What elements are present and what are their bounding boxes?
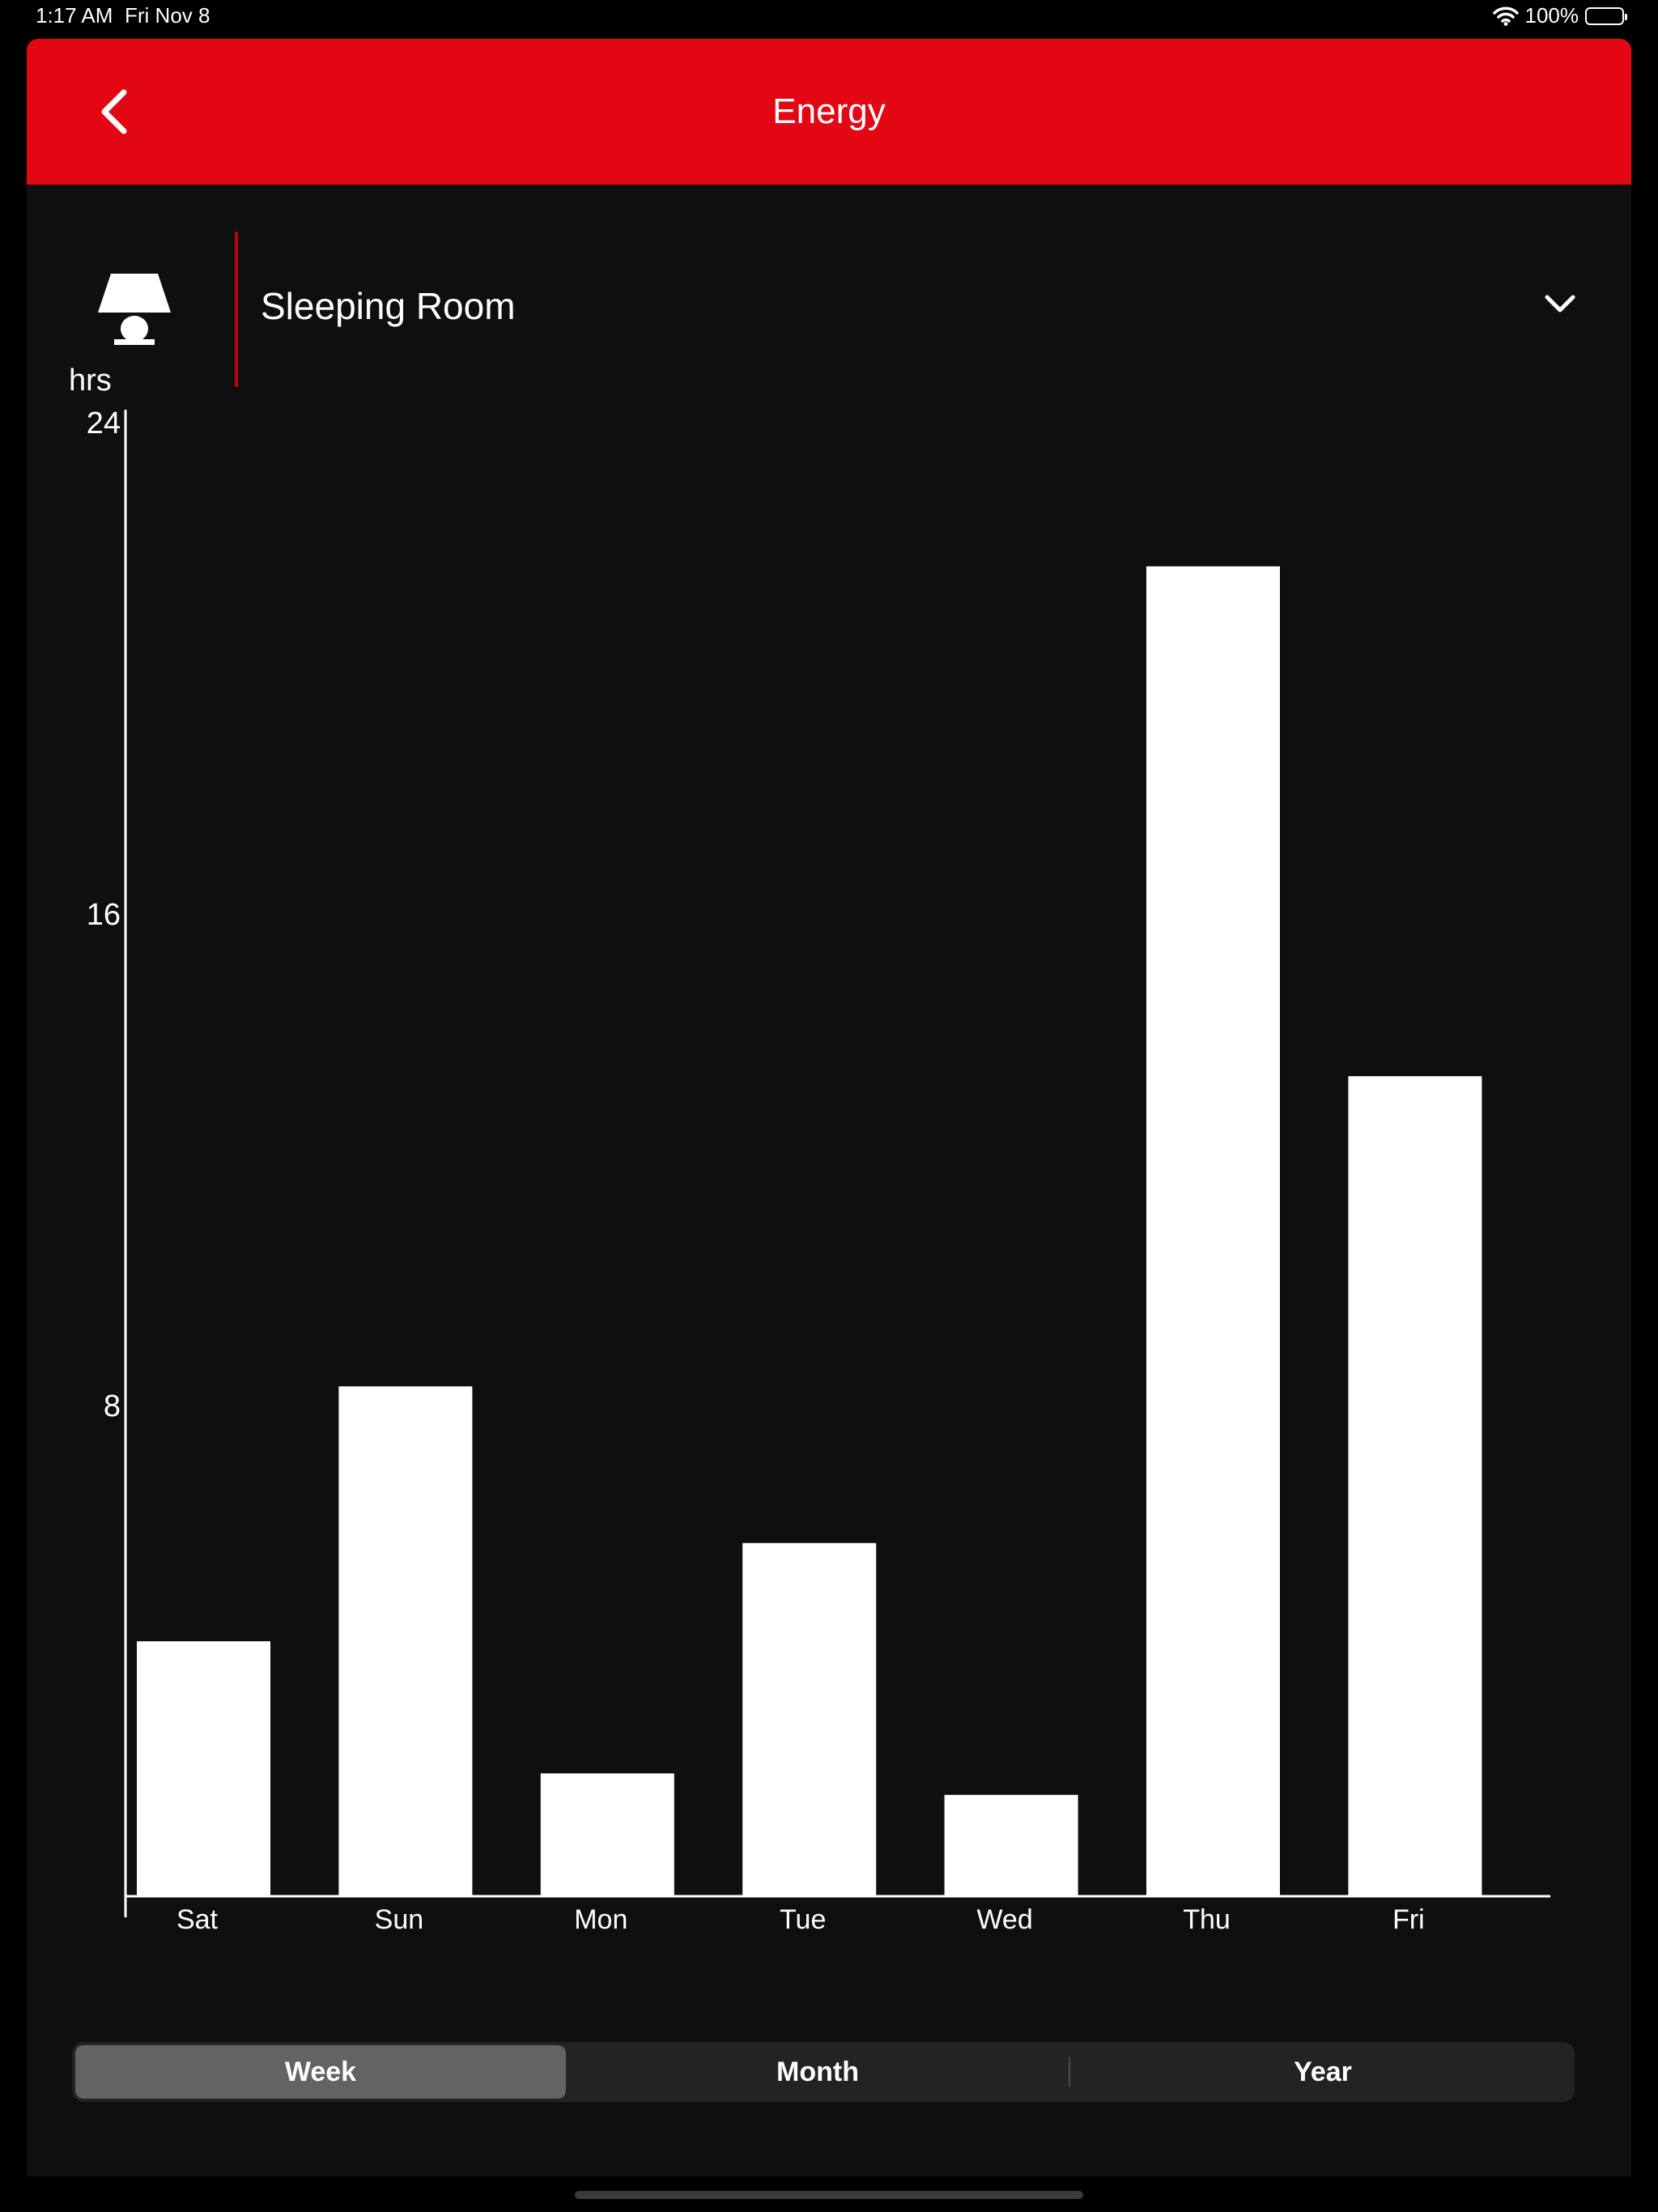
bar-fri <box>1348 1076 1482 1896</box>
y-axis-unit-label: hrs <box>69 364 112 398</box>
bar-tue <box>742 1542 877 1896</box>
segment-year[interactable]: Year <box>1074 2045 1571 2099</box>
y-axis-ticks: 8 16 24 <box>87 406 121 1423</box>
y-tick-label: 24 <box>87 406 121 440</box>
bar-mon <box>540 1773 674 1896</box>
usage-bar-chart: hrs 8 16 24 Sat Sun Mon Tue Wed Thu Fri <box>69 364 1550 1935</box>
y-tick-label: 16 <box>87 898 121 932</box>
x-tick-label: Mon <box>574 1904 627 1935</box>
segment-separator <box>1069 2057 1070 2087</box>
x-tick-label: Thu <box>1183 1904 1231 1935</box>
bars <box>137 566 1482 1896</box>
period-segmented-control: Week Month Year <box>72 2042 1575 2102</box>
bar-sat <box>137 1641 270 1896</box>
home-indicator <box>575 2191 1083 2199</box>
segment-month[interactable]: Month <box>569 2045 1066 2099</box>
battery-percent: 100% <box>1524 3 1579 28</box>
bar-thu <box>1146 566 1280 1896</box>
status-indicators: 100% <box>1492 3 1627 28</box>
energy-screen: Energy Sleeping Room hrs 8 16 24 Sat Sun Mon… <box>27 39 1631 2176</box>
bar-sun <box>338 1386 473 1896</box>
segment-week[interactable]: Week <box>75 2045 566 2099</box>
status-time: 1:17 AM <box>36 3 113 28</box>
status-date: Fri Nov 8 <box>125 3 210 28</box>
x-tick-label: Tue <box>780 1904 826 1935</box>
x-tick-label: Fri <box>1392 1904 1425 1935</box>
x-axis-labels: Sat Sun Mon Tue Wed Thu Fri <box>176 1904 1425 1935</box>
wifi-icon <box>1492 6 1519 26</box>
x-tick-label: Sat <box>176 1904 219 1935</box>
y-tick-label: 8 <box>104 1389 121 1423</box>
x-tick-label: Wed <box>976 1904 1032 1935</box>
status-bar: 1:17 AM Fri Nov 8 100% <box>0 0 1658 34</box>
battery-icon <box>1585 6 1627 25</box>
x-tick-label: Sun <box>375 1904 424 1935</box>
bar-wed <box>944 1794 1078 1896</box>
